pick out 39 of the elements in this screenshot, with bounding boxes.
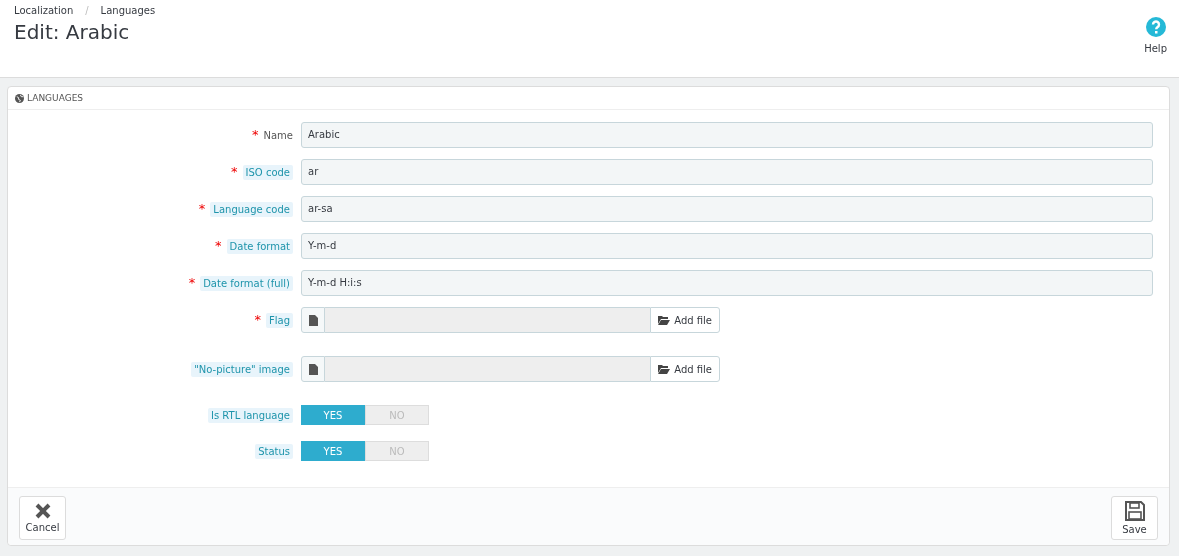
add-file-button[interactable]: Add file [650, 356, 720, 382]
folder-open-icon [658, 364, 671, 374]
required-mark: * [188, 278, 196, 288]
breadcrumb-separator: / [85, 5, 89, 16]
field-label: Name [263, 129, 293, 141]
file-field[interactable] [325, 307, 651, 333]
text-field[interactable]: ar [301, 159, 1153, 185]
cancel-button[interactable]: Cancel [19, 496, 66, 540]
text-field[interactable]: ar-sa [301, 196, 1153, 222]
help-button[interactable]: Help [1144, 17, 1167, 77]
page-title: Edit: Arabic [14, 20, 131, 44]
required-mark: * [252, 130, 259, 140]
close-icon [34, 503, 51, 519]
field-label: ISO code [242, 164, 293, 180]
folder-open-icon [658, 315, 671, 325]
help-icon [1145, 17, 1166, 37]
field-label: Flag [266, 312, 293, 328]
file-field[interactable] [325, 356, 651, 382]
required-mark: * [198, 204, 206, 214]
field-label: Is RTL language [208, 407, 293, 423]
text-field[interactable]: Y-m-d H:i:s [301, 270, 1153, 296]
breadcrumb-link[interactable]: Languages [100, 5, 156, 16]
required-mark: * [215, 241, 222, 251]
required-mark: * [231, 167, 238, 177]
breadcrumb-link[interactable]: Localization [14, 5, 74, 16]
field-label: "No-picture" image [191, 361, 293, 377]
field-label: Language code [210, 201, 293, 217]
text-field[interactable]: Y-m-d [301, 233, 1153, 259]
field-label: Status [255, 443, 293, 459]
globe-icon [15, 93, 24, 103]
text-field[interactable]: Arabic [301, 122, 1153, 148]
file-icon [308, 363, 318, 375]
field-label: Date format (full) [200, 275, 293, 291]
add-file-button[interactable]: Add file [650, 307, 720, 333]
required-mark: * [254, 315, 261, 325]
save-button[interactable]: Save [1111, 496, 1158, 540]
field-label: Date format [226, 238, 293, 254]
file-icon [308, 314, 318, 326]
panel-heading: LANGUAGES [27, 93, 84, 103]
